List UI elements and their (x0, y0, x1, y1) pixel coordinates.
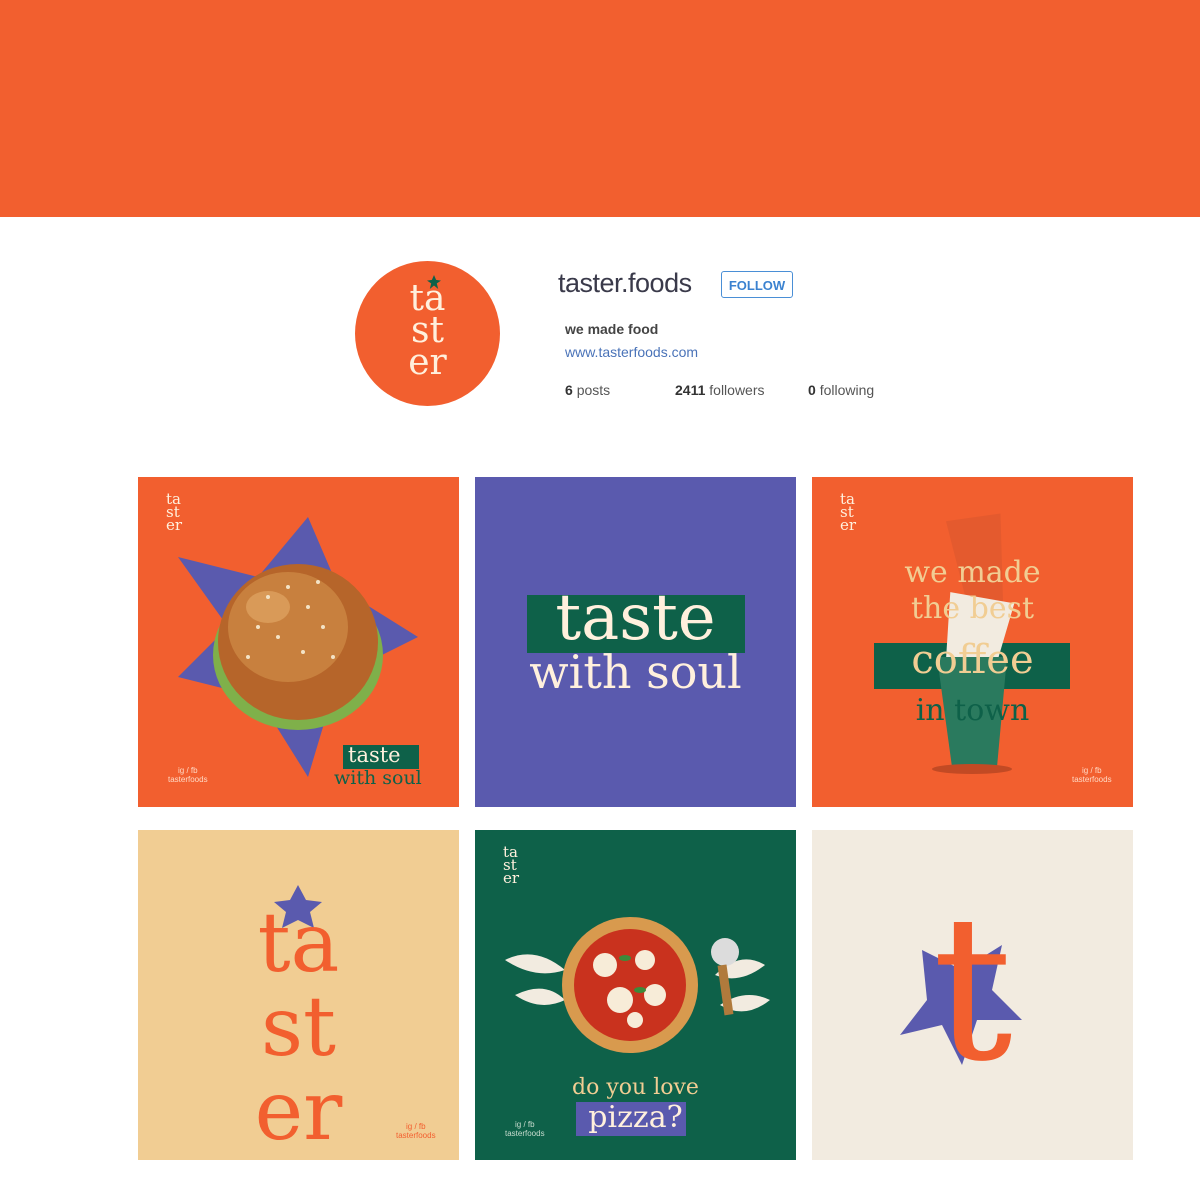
profile-bio: we made food (565, 321, 659, 337)
post-tile-taste-with-soul[interactable]: taste with soul (475, 477, 796, 807)
profile-banner (0, 0, 1200, 217)
post-tile-wordmark[interactable]: ta st er ig / fb tasterfoods (138, 830, 459, 1160)
post-tile-glyph[interactable]: t (812, 830, 1133, 1160)
followers-stat[interactable]: 2411 followers (675, 382, 765, 398)
avatar-logo-text: ta st er (408, 278, 447, 383)
post-tile-pizza[interactable]: ta st er do you love pizza? ig / fb tast… (475, 830, 796, 1160)
post-logo: ta st er (840, 490, 857, 534)
burger-illustration (178, 517, 419, 777)
profile-username: taster.foods (558, 268, 692, 298)
post-footer: ig / fb tasterfoods (1072, 766, 1112, 784)
post-tile-burger[interactable]: ta st er taste with soul ig / fb tasterf… (138, 477, 459, 807)
post-wordmark: ta st er (254, 896, 343, 1159)
followers-label: followers (709, 382, 765, 398)
profile-website-link[interactable]: www.tasterfoods.com (565, 344, 698, 360)
post-logo: ta st er (166, 490, 183, 534)
post-line-1: we made (904, 555, 1041, 590)
posts-count: 6 (565, 382, 573, 398)
posts-stat[interactable]: 6 posts (565, 382, 610, 398)
profile-avatar[interactable]: ta st er (355, 261, 500, 406)
followers-count: 2411 (675, 382, 706, 398)
post-line-3: coffee (911, 637, 1034, 683)
post-title: taste (555, 581, 716, 655)
post-title: taste (348, 743, 401, 767)
following-stat[interactable]: 0 following (808, 382, 874, 398)
post-subtitle: with soul (334, 767, 422, 789)
post-footer: ig / fb tasterfoods (168, 766, 208, 784)
post-footer: ig / fb tasterfoods (396, 1122, 436, 1140)
post-line-2: the best (910, 591, 1035, 626)
post-glyph: t (932, 873, 1013, 1106)
posts-label: posts (576, 382, 611, 398)
post-title: do you love (572, 1075, 699, 1100)
follow-button[interactable]: FOLLOW (721, 271, 793, 298)
following-count: 0 (808, 382, 816, 398)
post-subtitle: with soul (529, 645, 742, 699)
post-logo: ta st er (503, 843, 520, 887)
post-tile-coffee[interactable]: ta st er we made the best coffee in town… (812, 477, 1133, 807)
post-line-4: in town (915, 693, 1030, 728)
post-footer: ig / fb tasterfoods (505, 1120, 545, 1138)
following-label: following (819, 382, 875, 398)
